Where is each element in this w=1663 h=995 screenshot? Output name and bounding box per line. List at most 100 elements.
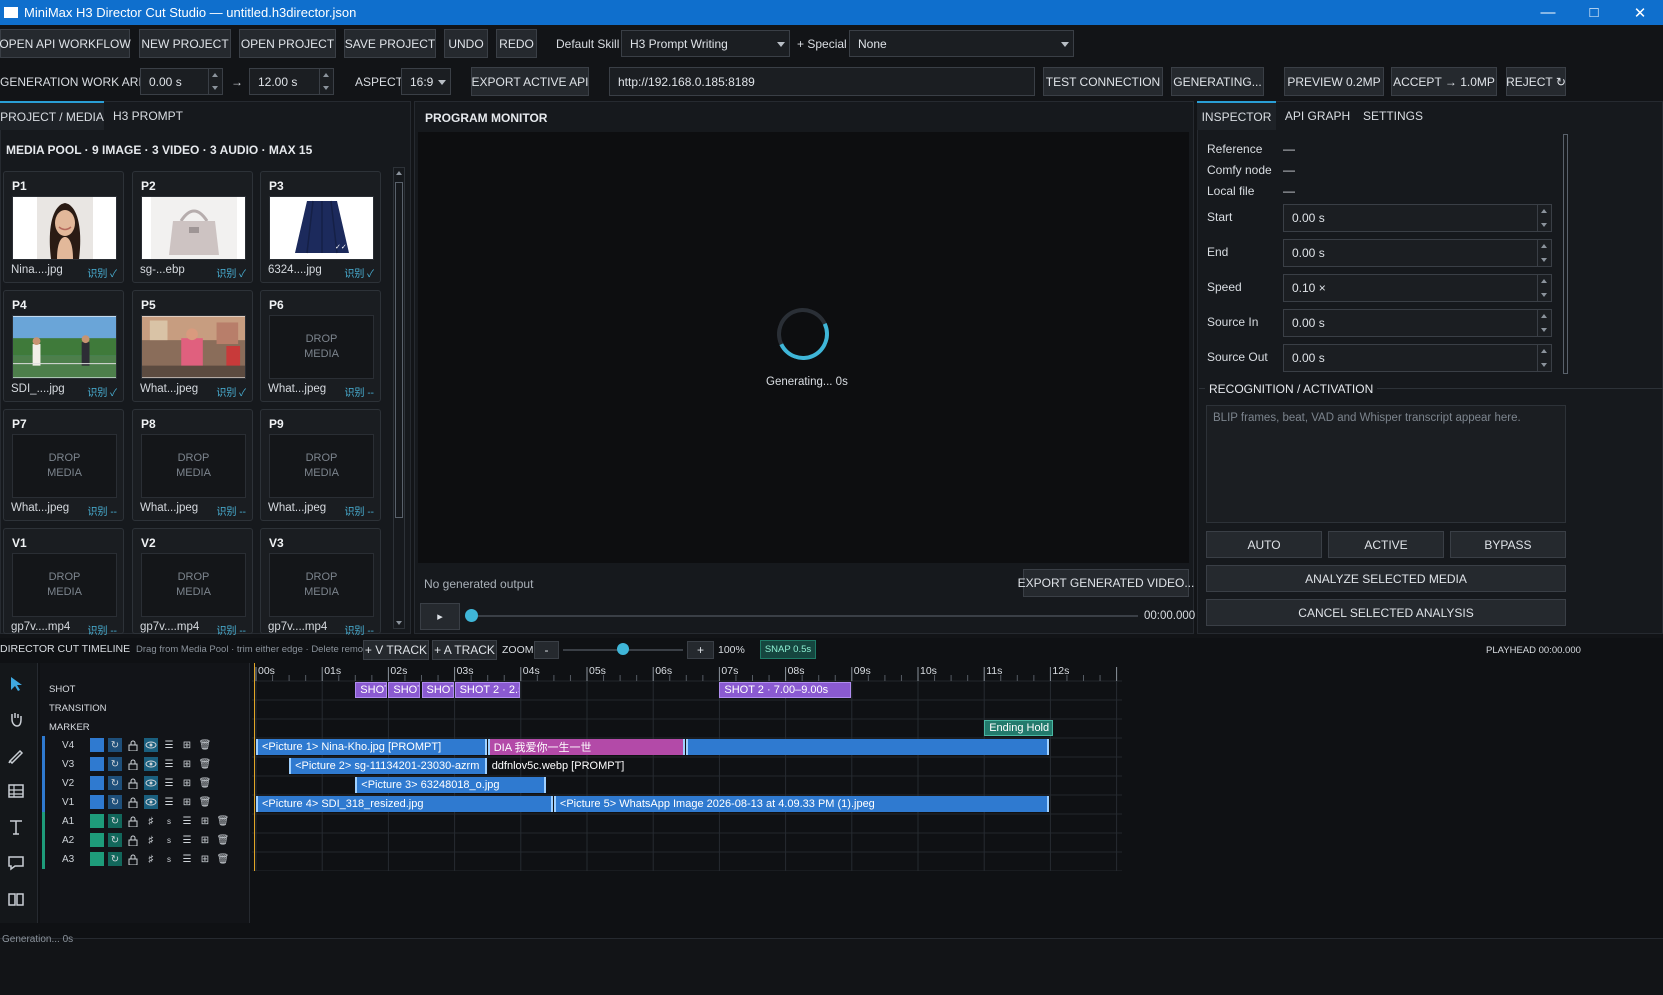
recognition-status-badge[interactable]: 识别 -- [345,384,374,399]
mute-speaker-icon[interactable]: ♯ [144,833,158,847]
track-color-swatch[interactable] [90,795,104,809]
zoom-out-button[interactable]: - [534,641,559,659]
track-header-a1[interactable]: A1 ↻ ♯ s ☰ ⊞ 🗑 [42,812,248,831]
razor-tool-icon[interactable] [3,742,29,768]
spinner-icon[interactable] [319,69,333,94]
delete-trash-icon[interactable]: 🗑 [198,757,212,771]
tab-settings[interactable]: SETTINGS [1358,101,1428,130]
bypass-button[interactable]: BYPASS [1450,531,1566,558]
play-button[interactable]: ▸ [420,603,460,630]
media-scrollbar[interactable] [393,167,405,629]
scrub-handle[interactable] [465,609,478,622]
generating-button[interactable]: GENERATING... [1171,67,1264,96]
shot-clip[interactable]: SHOT 2 · 7.00–9.00s [719,682,851,698]
auto-button[interactable]: AUTO [1206,531,1322,558]
adjust-sliders-icon[interactable]: ☰ [180,833,194,847]
drop-zone[interactable]: DROP MEDIA [141,553,246,617]
work-area-end-input[interactable]: 12.00 s [249,68,334,95]
track-color-swatch[interactable] [90,852,104,866]
delete-trash-icon[interactable]: 🗑 [216,833,230,847]
media-thumbnail[interactable]: ✓✓ [269,196,374,260]
aspect-select[interactable]: 16:9 [401,68,451,95]
zoom-slider-handle[interactable] [617,643,629,655]
add-video-track-button[interactable]: + V TRACK [363,640,429,660]
shot-clip[interactable]: SHOT [421,682,454,698]
media-card-p5[interactable]: P5 What...jpeg 识别 ✓ [132,290,253,402]
scroll-up-icon[interactable] [396,171,402,175]
save-project-button[interactable]: SAVE PROJECT [344,29,436,58]
add-clip-icon[interactable]: ⊞ [180,776,194,790]
export-active-api-button[interactable]: EXPORT ACTIVE API [471,67,589,96]
media-card-p6[interactable]: P6 DROP MEDIA What...jpeg 识别 -- [260,290,381,402]
tab-inspector[interactable]: INSPECTOR [1197,101,1276,130]
tab-project-media[interactable]: PROJECT / MEDIA [0,101,104,130]
delete-trash-icon[interactable]: 🗑 [216,852,230,866]
spinner-icon[interactable] [1537,345,1551,371]
add-clip-icon[interactable]: ⊞ [198,814,212,828]
mute-speaker-icon[interactable]: ♯ [144,852,158,866]
recognition-status-badge[interactable]: 识别 ✓ [216,384,246,399]
spinner-icon[interactable] [1537,240,1551,266]
delete-trash-icon[interactable]: 🗑 [198,776,212,790]
source-in-input[interactable]: 0.00 s [1283,309,1552,337]
add-clip-icon[interactable]: ⊞ [180,738,194,752]
sync-icon[interactable]: ↻ [108,795,122,809]
solo-button[interactable]: s [162,833,176,847]
adjust-sliders-icon[interactable]: ☰ [162,757,176,771]
recognition-status-badge[interactable]: 识别 ✓ [87,265,117,280]
track-header-a3[interactable]: A3 ↻ ♯ s ☰ ⊞ 🗑 [42,850,248,869]
accept-button[interactable]: ACCEPT → 1.0MP [1391,67,1497,96]
visibility-eye-icon[interactable] [144,757,158,771]
recognition-status-badge[interactable]: 识别 ✓ [87,384,117,399]
recognition-status-badge[interactable]: 识别 -- [217,622,246,637]
adjust-sliders-icon[interactable]: ☰ [162,776,176,790]
timeline-clip[interactable]: ddfnlov5c.webp [PROMPT] [488,758,653,774]
spinner-icon[interactable] [1537,205,1551,231]
timeline-clip[interactable]: <Picture 1> Nina-Kho.jpg [PROMPT] [256,739,487,755]
snap-toggle[interactable]: SNAP 0.5s [760,640,816,659]
select-tool-icon[interactable] [3,671,29,697]
track-header-v2[interactable]: V2 ↻ ☰ ⊞ 🗑 [42,774,248,793]
drop-zone[interactable]: DROP MEDIA [269,315,374,379]
add-clip-icon[interactable]: ⊞ [180,795,194,809]
media-thumbnail[interactable] [141,196,246,260]
sync-icon[interactable]: ↻ [108,852,122,866]
sync-icon[interactable]: ↻ [108,833,122,847]
recognition-status-badge[interactable]: 识别 -- [345,503,374,518]
lock-icon[interactable] [126,738,140,752]
media-card-p3[interactable]: P3 ✓✓ 6324....jpg 识别 ✓ [260,171,381,283]
lock-icon[interactable] [126,776,140,790]
recognition-status-badge[interactable]: 识别 -- [88,503,117,518]
preview-button[interactable]: PREVIEW 0.2MP [1284,67,1384,96]
mute-speaker-icon[interactable]: ♯ [144,814,158,828]
media-card-p4[interactable]: P4 SDI_....jpg 识别 ✓ [3,290,124,402]
delete-trash-icon[interactable]: 🗑 [198,795,212,809]
media-card-v1[interactable]: V1 DROP MEDIA gp7v....mp4 识别 -- [3,528,124,637]
tab-api-graph[interactable]: API GRAPH [1280,101,1355,130]
delete-trash-icon[interactable]: 🗑 [216,814,230,828]
media-card-p9[interactable]: P9 DROP MEDIA What...jpeg 识别 -- [260,409,381,521]
cancel-selected-analysis-button[interactable]: CANCEL SELECTED ANALYSIS [1206,599,1566,626]
media-card-p7[interactable]: P7 DROP MEDIA What...jpeg 识别 -- [3,409,124,521]
shot-clip[interactable]: SHOT [355,682,388,698]
delete-trash-icon[interactable]: 🗑 [198,738,212,752]
recognition-status-badge[interactable]: 识别 -- [88,622,117,637]
lock-icon[interactable] [126,757,140,771]
server-url-input[interactable]: http://192.168.0.185:8189 [609,67,1035,96]
source-out-input[interactable]: 0.00 s [1283,344,1552,372]
media-card-p8[interactable]: P8 DROP MEDIA What...jpeg 识别 -- [132,409,253,521]
media-card-p1[interactable]: P1 Nina....jpg 识别 ✓ [3,171,124,283]
scrollbar-thumb[interactable] [395,182,403,518]
add-clip-icon[interactable]: ⊞ [198,852,212,866]
timeline-clip[interactable]: <Picture 3> 63248018_o.jpg [355,777,547,793]
book-tool-icon[interactable] [3,886,29,912]
visibility-eye-icon[interactable] [144,776,158,790]
timeline-clip[interactable]: <Picture 2> sg-11134201-23030-azrm [289,758,487,774]
sync-icon[interactable]: ↻ [108,814,122,828]
sync-icon[interactable]: ↻ [108,757,122,771]
close-icon[interactable]: ✕ [1617,0,1663,25]
minimize-icon[interactable]: — [1525,0,1571,25]
add-clip-icon[interactable]: ⊞ [198,833,212,847]
track-color-swatch[interactable] [90,814,104,828]
analyze-selected-media-button[interactable]: ANALYZE SELECTED MEDIA [1206,565,1566,592]
